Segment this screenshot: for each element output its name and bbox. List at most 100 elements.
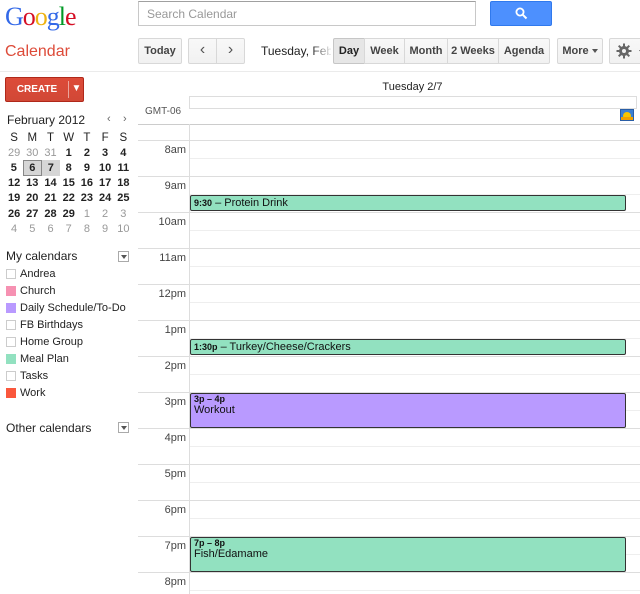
- mini-calendar-day[interactable]: 6: [41, 221, 59, 236]
- mini-calendar-day[interactable]: 12: [5, 176, 23, 191]
- create-button[interactable]: CREATE ▼: [5, 77, 84, 102]
- view-2weeks-button[interactable]: 2 Weeks: [447, 38, 499, 64]
- mini-calendar-day[interactable]: 7: [41, 160, 60, 176]
- event-time: 9:30: [194, 198, 213, 208]
- quick-add-dropdown[interactable]: ▼: [70, 78, 83, 100]
- view-agenda-button[interactable]: Agenda: [498, 38, 550, 64]
- chevron-down-icon: [121, 426, 127, 430]
- hour-line: [138, 428, 640, 429]
- mini-calendar-day[interactable]: 15: [60, 176, 78, 191]
- all-day-row[interactable]: [189, 96, 637, 108]
- mini-calendar-week: 19 20 21 22 23 24 25: [5, 191, 133, 206]
- weekday-label: S: [119, 131, 128, 144]
- search-button[interactable]: [490, 1, 552, 26]
- calendar-name: Andrea: [20, 268, 56, 280]
- mini-calendar-day[interactable]: 31: [41, 145, 59, 160]
- mini-calendar-day[interactable]: 6: [22, 159, 42, 177]
- mini-calendar: S M T W T F S 29 30 31 1 2 3 4 5 6 7 8 9 10 11 12 13 14 15 16 17 18…: [5, 130, 133, 236]
- mini-calendar-day[interactable]: 5: [5, 160, 23, 175]
- my-calendars-heading[interactable]: My calendars: [6, 249, 77, 263]
- weekday-label: F: [101, 131, 109, 144]
- mini-next-month-button[interactable]: ›: [123, 113, 127, 125]
- hour-line: [138, 356, 640, 357]
- calendar-color-swatch[interactable]: [6, 269, 16, 279]
- weather-sun-icon: [620, 109, 634, 121]
- mini-calendar-day[interactable]: 3: [96, 145, 114, 160]
- calendar-event[interactable]: 1:30p – Turkey/Cheese/Crackers: [190, 339, 626, 355]
- next-button[interactable]: ›: [216, 38, 245, 64]
- search-input[interactable]: Search Calendar: [138, 1, 476, 26]
- mini-calendar-day[interactable]: 1: [78, 206, 96, 221]
- prev-button[interactable]: ‹: [188, 38, 217, 64]
- mini-calendar-day[interactable]: 30: [23, 145, 41, 160]
- mini-calendar-day[interactable]: 10: [96, 160, 114, 175]
- mini-calendar-day[interactable]: 21: [41, 191, 59, 206]
- hour-label: 1pm: [164, 324, 186, 336]
- weekday-label: T: [46, 131, 55, 144]
- mini-calendar-day[interactable]: 17: [96, 176, 114, 191]
- mini-prev-month-button[interactable]: ‹: [107, 113, 111, 125]
- calendar-name: Tasks: [20, 370, 49, 382]
- mini-calendar-weekdays: SMTWTFS: [5, 130, 133, 145]
- my-calendars-menu-button[interactable]: [118, 251, 129, 262]
- day-column-header[interactable]: Tuesday 2/7: [190, 81, 635, 93]
- weekday-label: W: [63, 131, 75, 144]
- mini-calendar-day[interactable]: 22: [60, 191, 78, 206]
- mini-calendar-day[interactable]: 28: [41, 206, 59, 221]
- mini-calendar-day[interactable]: 26: [5, 206, 23, 221]
- other-calendars-heading[interactable]: Other calendars: [6, 421, 91, 435]
- mini-calendar-day[interactable]: 29: [60, 206, 78, 221]
- calendar-color-swatch[interactable]: [6, 354, 16, 364]
- mini-calendar-day[interactable]: 10: [114, 221, 132, 236]
- calendar-color-swatch[interactable]: [6, 286, 16, 296]
- mini-calendar-day[interactable]: 1: [60, 145, 78, 160]
- mini-calendar-day[interactable]: 13: [23, 176, 41, 191]
- mini-calendar-day[interactable]: 18: [114, 176, 132, 191]
- mini-calendar-day[interactable]: 8: [60, 160, 78, 175]
- mini-calendar-day[interactable]: 25: [114, 191, 132, 206]
- calendar-event[interactable]: 3p – 4p Workout: [190, 393, 626, 428]
- time-grid[interactable]: 8am 9am 10am 11am 12pm 1pm 2pm 3pm 4pm 5pm 6pm 7pm 8…: [138, 124, 640, 594]
- mini-calendar-day[interactable]: 19: [5, 191, 23, 206]
- mini-calendar-day[interactable]: 7: [60, 221, 78, 236]
- mini-calendar-day[interactable]: 9: [78, 160, 96, 175]
- other-calendars-menu-button[interactable]: [118, 422, 129, 433]
- mini-calendar-day[interactable]: 5: [23, 221, 41, 236]
- view-week-button[interactable]: Week: [364, 38, 405, 64]
- mini-calendar-day[interactable]: 3: [114, 206, 132, 221]
- mini-calendar-day[interactable]: 24: [96, 191, 114, 206]
- hour-label: 5pm: [164, 468, 186, 480]
- calendar-color-swatch[interactable]: [6, 371, 16, 381]
- mini-calendar-day[interactable]: 11: [114, 160, 132, 175]
- google-logo[interactable]: Google: [5, 2, 77, 32]
- hour-label: 4pm: [164, 432, 186, 444]
- mini-calendar-day[interactable]: 27: [23, 206, 41, 221]
- mini-calendar-day[interactable]: 9: [96, 221, 114, 236]
- calendar-event[interactable]: 9:30 – Protein Drink: [190, 195, 626, 211]
- mini-calendar-day[interactable]: 20: [23, 191, 41, 206]
- mini-calendar-day[interactable]: 4: [5, 221, 23, 236]
- calendar-color-swatch[interactable]: [6, 320, 16, 330]
- calendar-name: Church: [20, 285, 56, 297]
- mini-calendar-day[interactable]: 8: [78, 221, 96, 236]
- calendar-event[interactable]: 7p – 8p Fish/Edamame: [190, 537, 626, 572]
- view-month-button[interactable]: Month: [404, 38, 448, 64]
- calendar-color-swatch[interactable]: [6, 303, 16, 313]
- settings-button[interactable]: [609, 38, 640, 64]
- gear-icon: [616, 43, 632, 59]
- view-day-button[interactable]: Day: [333, 38, 365, 64]
- calendar-color-swatch[interactable]: [6, 388, 16, 398]
- today-button[interactable]: Today: [138, 38, 182, 64]
- hour-line: [138, 572, 640, 573]
- mini-calendar-day[interactable]: 16: [78, 176, 96, 191]
- mini-calendar-day[interactable]: 14: [41, 176, 59, 191]
- more-button[interactable]: More: [557, 38, 603, 64]
- calendar-name: Work: [20, 387, 46, 399]
- mini-calendar-day[interactable]: 4: [114, 145, 132, 160]
- mini-calendar-day[interactable]: 2: [96, 206, 114, 221]
- mini-calendar-day[interactable]: 23: [78, 191, 96, 206]
- mini-calendar-day[interactable]: 29: [5, 145, 23, 160]
- hour-label: 11am: [159, 252, 186, 264]
- mini-calendar-day[interactable]: 2: [78, 145, 96, 160]
- calendar-color-swatch[interactable]: [6, 337, 16, 347]
